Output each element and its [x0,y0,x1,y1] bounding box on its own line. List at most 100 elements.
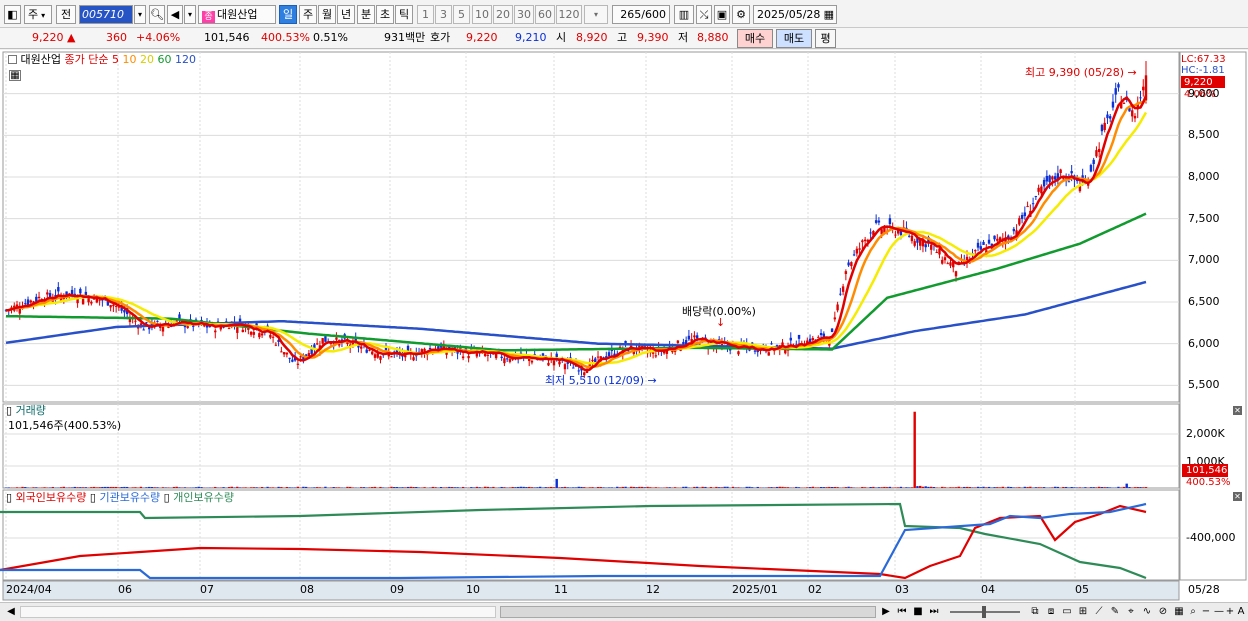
period-tick-tab[interactable]: 틱 [395,5,413,24]
window-menu-icon[interactable]: ◧ [4,5,21,24]
chart-navigation-bar: ◀ ▶ ⏮ ■ ⏭ ⧉ ⧈ ▭ ⊞ ⟋ ✎ ⌖ ∿ ⊘ ▦ ⌕ − — + A [0,602,1248,621]
candle-body [1092,159,1095,165]
period-week-tab[interactable]: 주 [299,5,317,24]
holdings-panel-close-icon[interactable]: ✕ [1233,492,1242,501]
magnifier-icon[interactable]: ⌕ [1186,605,1200,619]
candle-body [594,358,597,363]
panel-icon[interactable]: ▭ [1060,605,1074,619]
volume-bar [7,487,10,488]
save-icon[interactable]: ▣ [714,5,730,24]
volume-bar [84,487,88,488]
x-tick-label: 05/28 [1188,583,1220,596]
volume-bar [1075,487,1079,488]
layout-icon[interactable]: ⧉ [1028,605,1042,619]
candle-body [836,304,839,311]
interval-60-button[interactable]: 60 [535,5,555,24]
candle-body [475,353,479,357]
volume-bar [92,486,96,488]
trend-line-icon[interactable]: ⟋ [1092,605,1106,619]
speaker-icon[interactable]: ◀ [167,5,183,24]
period-second-tab[interactable]: 초 [376,5,394,24]
period-minute-tab[interactable]: 분 [357,5,375,24]
scroll-track[interactable] [20,606,496,618]
gear-icon[interactable]: ⚙ [732,5,750,24]
zoom-handle[interactable] [982,606,986,618]
candle-body [819,332,823,336]
x-tick-label: 11 [554,583,568,596]
stop-icon[interactable]: ■ [912,605,924,619]
zoom-line-icon[interactable]: — [1213,605,1225,619]
scroll-left-icon[interactable]: ◀ [6,605,16,619]
volume-bar [723,486,726,488]
candle-body [1106,114,1109,119]
price-legend: 대원산업 종가 단순 5 10 20 60 120 [8,53,196,66]
chart-tool-icon[interactable]: ▦ [1172,605,1186,619]
crosshair-icon[interactable]: ⌖ [1124,605,1138,619]
candle-body [280,351,283,353]
scroll-right-icon[interactable]: ▶ [880,605,892,619]
volume-bar [164,487,167,488]
volume-bar [1064,486,1068,488]
text-tool-icon[interactable]: ⊘ [1156,605,1170,619]
code-dropdown-icon[interactable]: ▾ [134,5,146,24]
data-count-field[interactable]: 265/600 [612,5,670,24]
volume-bar [280,487,283,488]
interval-dropdown-icon[interactable]: ▾ [584,5,608,24]
prev-stock-button[interactable]: 전 [56,5,76,24]
pen-icon[interactable]: ✎ [1108,605,1122,619]
volume-bar [123,486,126,488]
volume-bar [293,487,297,488]
speaker-dropdown-icon[interactable]: ▾ [184,5,196,24]
date-input[interactable]: 2025/05/28 ▦ [753,5,837,24]
volume-bar [1062,487,1065,488]
interval-3-button[interactable]: 3 [435,5,452,24]
period-year-tab[interactable]: 년 [337,5,355,24]
scroll-thumb[interactable] [500,606,876,618]
candle-body [412,357,415,361]
volume-bar [511,487,514,488]
split-icon[interactable]: ⧈ [1044,605,1058,619]
buy-button[interactable]: 매수 [737,29,773,48]
eval-button[interactable]: 평 [815,29,836,48]
indicator-icon[interactable]: ⊞ [1076,605,1090,619]
zoom-out-icon[interactable]: − [1200,605,1212,619]
interval-10-button[interactable]: 10 [472,5,492,24]
candle-type-icon[interactable]: ▥ [674,5,694,24]
market-select[interactable]: 주 ▾ [24,5,52,24]
overlay-icon[interactable]: ⤯ [696,5,712,24]
sell-button[interactable]: 매도 [776,29,812,48]
stock-name-field[interactable]: 종 대원산업 [198,5,276,24]
volume-bar [921,486,925,488]
stock-code-input[interactable]: 005710 [79,5,133,24]
candle-body [924,244,927,248]
volume-bar [1092,487,1095,488]
chart-toolbar: ◧ 주 ▾ 전 005710 ▾ 🔍︎ ◀ ▾ 종 대원산업 일 주 월 년 분 초… [0,0,1248,28]
interval-20-button[interactable]: 20 [493,5,513,24]
period-day-tab[interactable]: 일 [279,5,297,24]
stock-chart-svg[interactable] [0,50,1248,621]
zoom-in-icon[interactable]: + [1225,605,1235,619]
volume-bar [139,486,143,488]
grid-toggle-icon[interactable]: ▦ [9,70,21,81]
candle-body [530,360,534,363]
first-icon[interactable]: ⏮ [896,605,908,619]
search-icon[interactable]: 🔍︎ [149,5,165,24]
volume-bar [1133,487,1137,488]
interval-120-button[interactable]: 120 [556,5,582,24]
volume-bar [478,487,481,488]
candle-body [935,252,938,254]
interval-30-button[interactable]: 30 [514,5,534,24]
font-size-icon[interactable]: A [1236,605,1246,619]
period-month-tab[interactable]: 월 [318,5,336,24]
legend-checkbox[interactable] [8,55,17,64]
last-icon[interactable]: ⏭ [928,605,940,619]
interval-5-button[interactable]: 5 [453,5,470,24]
candle-body [1034,196,1038,198]
interval-1-button[interactable]: 1 [417,5,434,24]
volume-bar [178,487,181,488]
wave-icon[interactable]: ∿ [1140,605,1154,619]
volume-panel-close-icon[interactable]: ✕ [1233,406,1242,415]
volume-bar [288,487,291,488]
candle-body [285,352,289,355]
calendar-icon[interactable]: ▦ [824,6,834,23]
